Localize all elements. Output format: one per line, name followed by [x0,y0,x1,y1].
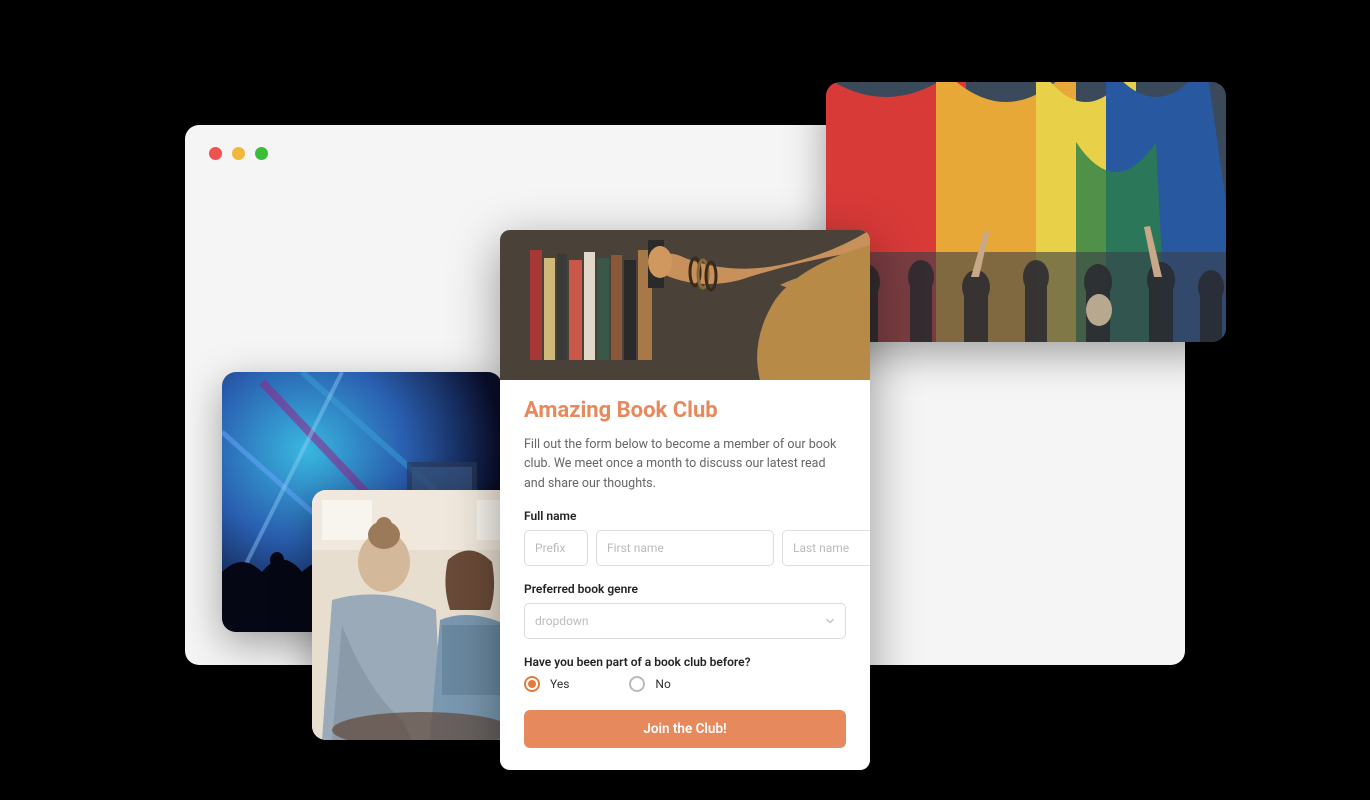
submit-button[interactable]: Join the Club! [524,710,846,748]
decorative-image-rainbow [826,82,1226,342]
prior-club-label: Have you been part of a book club before… [524,655,846,669]
radio-no[interactable]: No [629,676,670,692]
form-title: Amazing Book Club [524,398,846,423]
maximize-icon[interactable] [255,147,268,160]
full-name-label: Full name [524,509,846,523]
last-name-input[interactable] [782,530,870,566]
radio-icon [524,676,540,692]
radio-yes[interactable]: Yes [524,676,569,692]
radio-yes-label: Yes [550,677,569,691]
genre-label: Preferred book genre [524,582,846,596]
form-body: Amazing Book Club Fill out the form belo… [500,380,870,770]
full-name-row [524,530,846,566]
window-controls [209,147,268,160]
form-description: Fill out the form below to become a memb… [524,435,846,493]
prior-club-radio-group: Yes No [524,676,846,692]
close-icon[interactable] [209,147,222,160]
first-name-input[interactable] [596,530,774,566]
prefix-input[interactable] [524,530,588,566]
genre-placeholder: dropdown [535,614,589,628]
radio-icon [629,676,645,692]
radio-no-label: No [655,677,670,691]
form-hero-image [500,230,870,380]
signup-form-card: Amazing Book Club Fill out the form belo… [500,230,870,770]
genre-dropdown[interactable]: dropdown [524,603,846,639]
minimize-icon[interactable] [232,147,245,160]
